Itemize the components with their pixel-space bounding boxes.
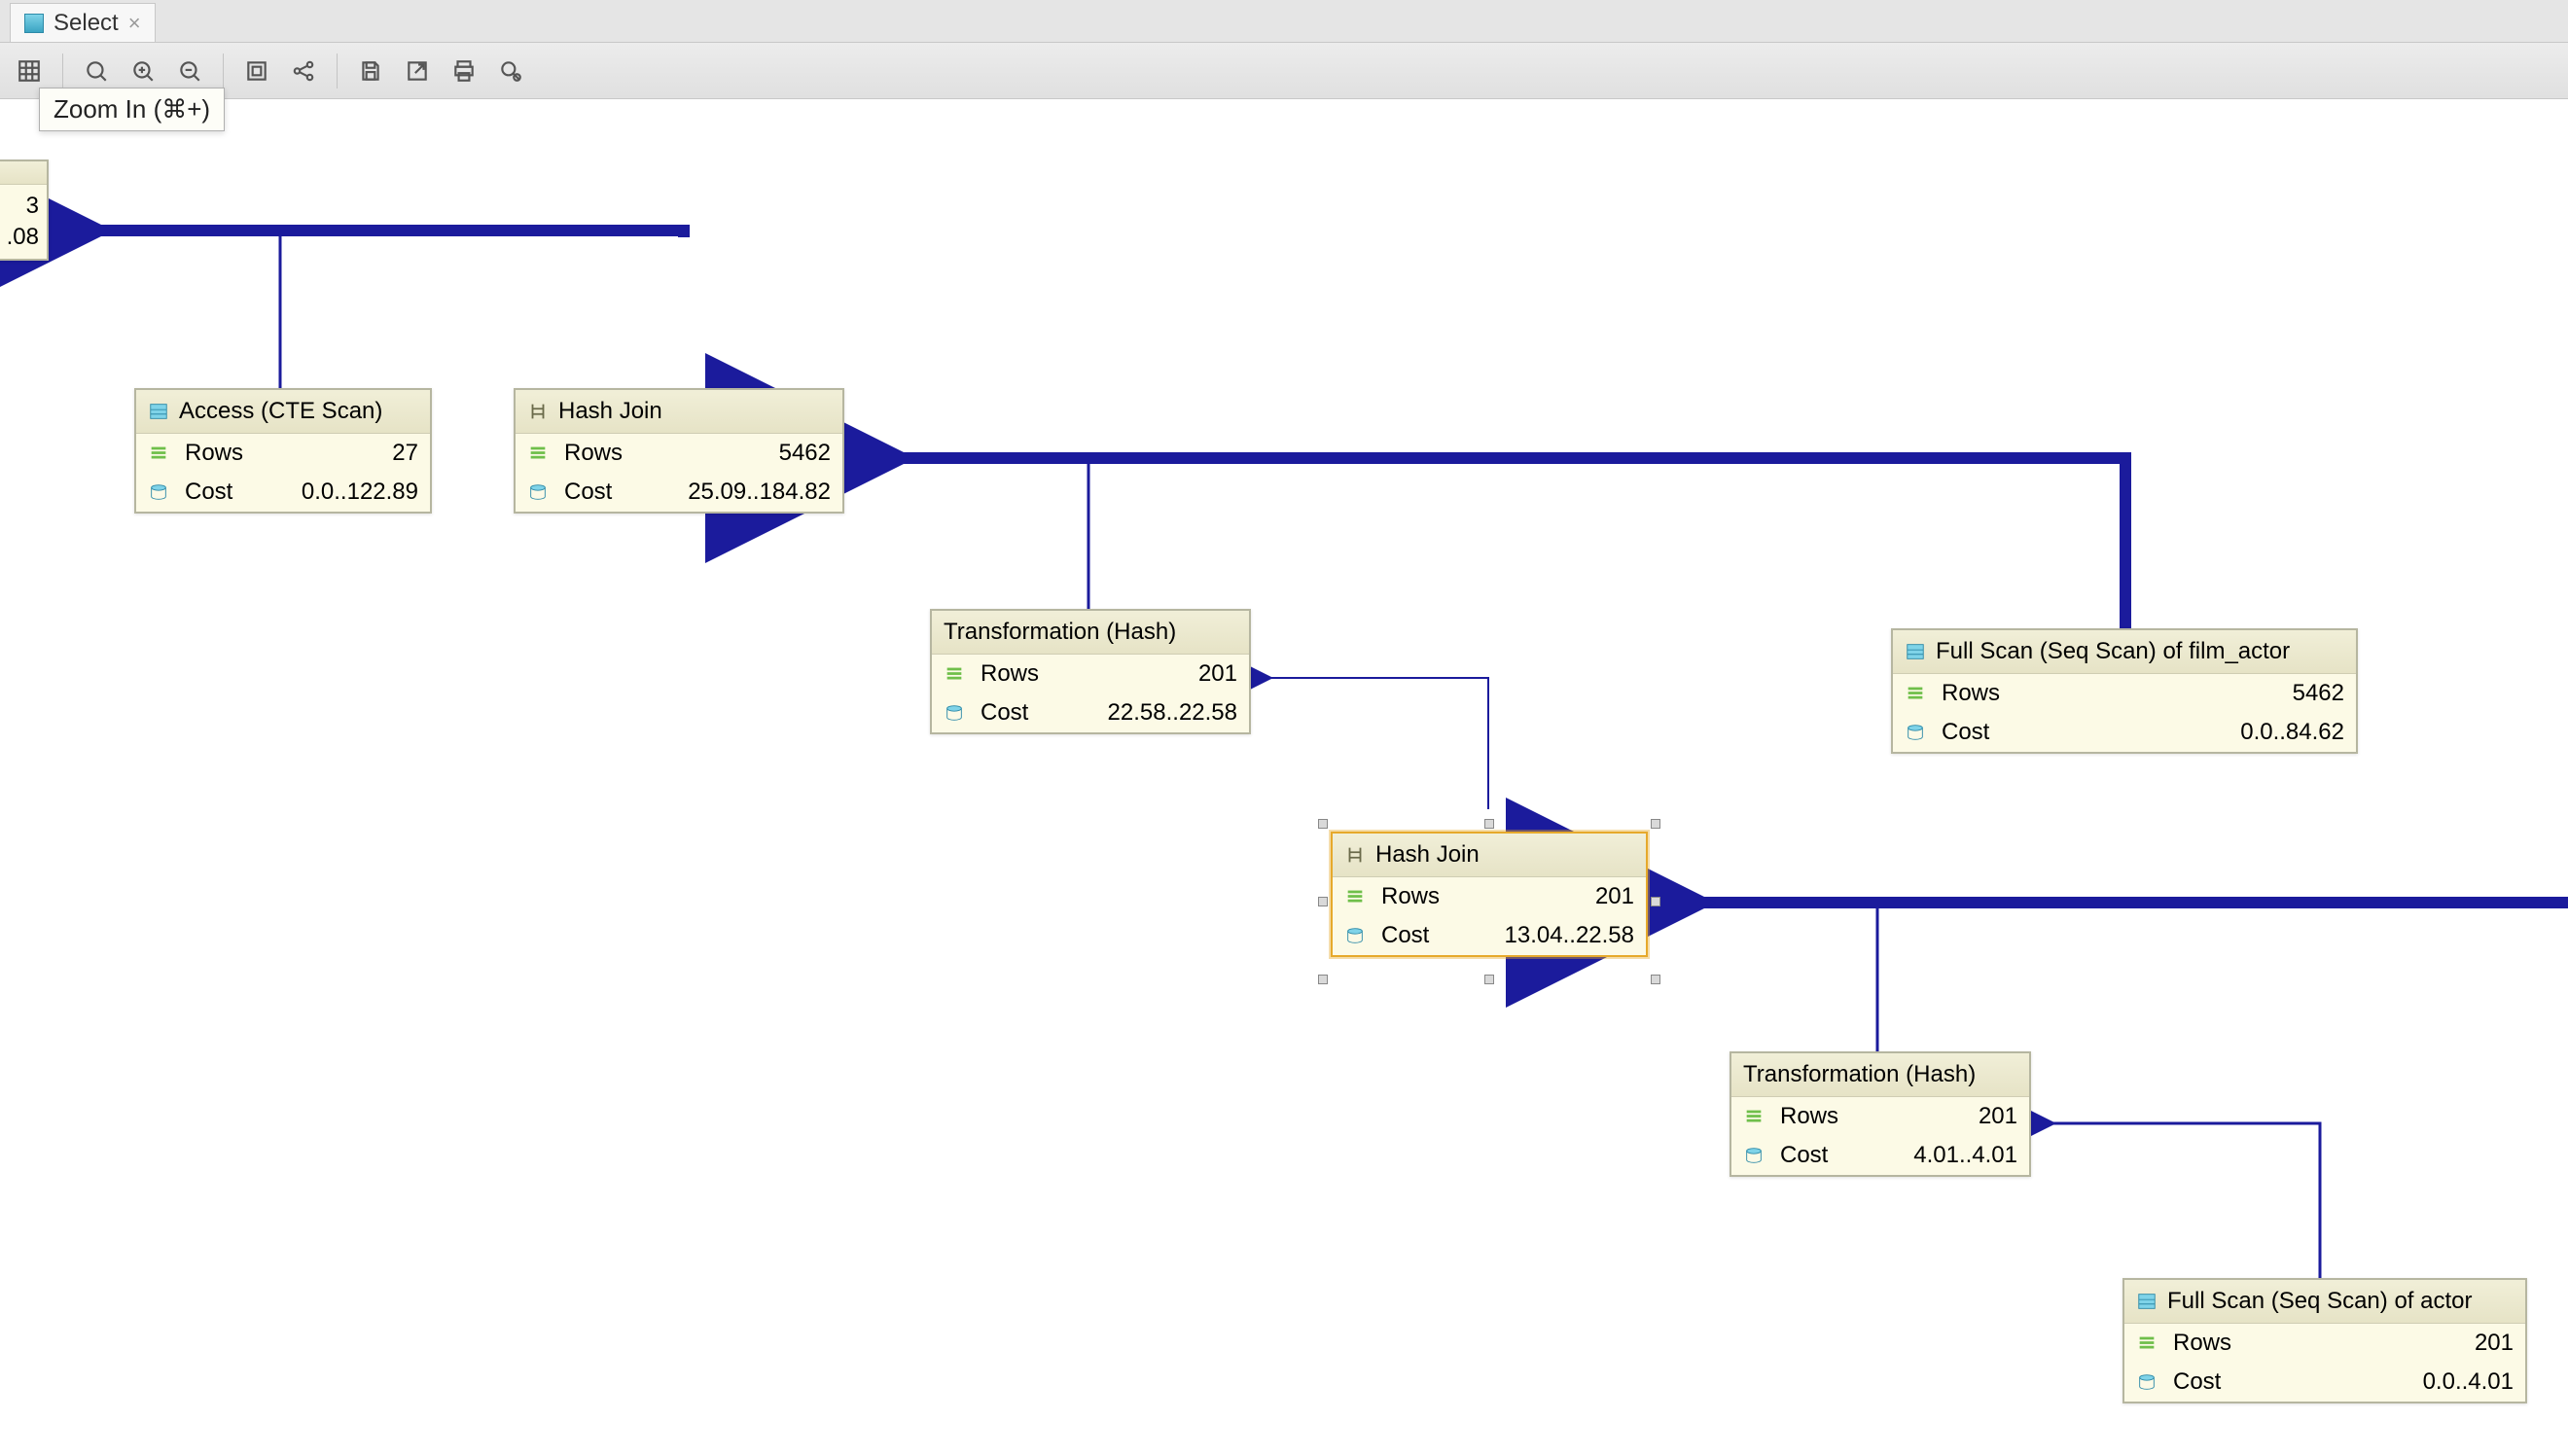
cost-icon <box>1743 1145 1765 1166</box>
rows-value: 5462 <box>2015 680 2344 707</box>
node-transformation-2[interactable]: Transformation (Hash) Rows 201 Cost 4.01… <box>1730 1051 2031 1177</box>
rows-value: 201 <box>1455 883 1634 910</box>
hash-join-icon <box>1344 844 1366 866</box>
table-icon <box>2136 1291 2158 1312</box>
rows-label: Rows <box>185 440 243 467</box>
node-fullscan-actor[interactable]: Full Scan (Seq Scan) of actor Rows 201 C… <box>2122 1278 2527 1403</box>
node-title: Access (CTE Scan) <box>179 398 382 425</box>
toolbar-zoom-fit-button[interactable] <box>77 52 116 90</box>
table-icon <box>148 401 169 422</box>
cost-icon <box>1344 925 1366 946</box>
node-title: Full Scan (Seq Scan) of film_actor <box>1936 638 2290 665</box>
toolbar-inspect-button[interactable] <box>491 52 530 90</box>
rows-value: 27 <box>259 440 418 467</box>
query-plan-icon <box>24 14 44 33</box>
cost-icon <box>148 481 169 503</box>
cost-icon <box>2136 1371 2158 1393</box>
rows-label: Rows <box>1942 680 2000 707</box>
toolbar-export-button[interactable] <box>398 52 437 90</box>
cost-value: 25.09..184.82 <box>627 479 831 506</box>
toolbar-separator <box>337 53 338 89</box>
cost-label: Cost <box>185 479 232 506</box>
plan-canvas[interactable]: 3 .08 Access (CTE Scan) Rows 27 Cost 0.0… <box>0 99 2568 1456</box>
toolbar-print-button[interactable] <box>445 52 483 90</box>
result-rows: 3 <box>0 191 39 222</box>
node-transformation-1[interactable]: Transformation (Hash) Rows 201 Cost 22.5… <box>930 609 1251 734</box>
cost-value: 0.0..122.89 <box>248 479 418 506</box>
cost-value: 13.04..22.58 <box>1444 922 1634 949</box>
rows-icon <box>2136 1332 2158 1354</box>
cost-value: 0.0..4.01 <box>2236 1368 2514 1396</box>
rows-label: Rows <box>2173 1330 2231 1357</box>
toolbar-zoom-out-button[interactable] <box>170 52 209 90</box>
rows-value: 5462 <box>638 440 831 467</box>
cost-label: Cost <box>1381 922 1429 949</box>
node-fullscan-film-actor[interactable]: Full Scan (Seq Scan) of film_actor Rows … <box>1891 628 2358 754</box>
rows-value: 201 <box>1054 660 1237 688</box>
rows-value: 201 <box>2247 1330 2514 1357</box>
cost-label: Cost <box>564 479 612 506</box>
rows-label: Rows <box>1381 883 1440 910</box>
node-hash-join-2[interactable]: Hash Join Rows 201 Cost 13.04..22.58 <box>1331 832 1648 957</box>
cost-label: Cost <box>981 699 1028 727</box>
rows-icon <box>1344 886 1366 907</box>
rows-value: 201 <box>1854 1103 2017 1130</box>
cost-value: 0.0..84.62 <box>2005 719 2344 746</box>
table-icon <box>1905 641 1926 662</box>
hash-join-icon <box>527 401 549 422</box>
close-icon[interactable]: × <box>128 11 141 36</box>
node-title: Transformation (Hash) <box>1743 1061 1976 1088</box>
cost-value: 22.58..22.58 <box>1044 699 1237 727</box>
toolbar-grid-button[interactable] <box>10 52 49 90</box>
node-hash-join-1[interactable]: Hash Join Rows 5462 Cost 25.09..184.82 <box>514 388 844 514</box>
rows-icon <box>944 663 965 685</box>
rows-label: Rows <box>564 440 623 467</box>
cost-label: Cost <box>1942 719 1989 746</box>
cost-value: 4.01..4.01 <box>1843 1142 2017 1169</box>
toolbar-fit-page-button[interactable] <box>237 52 276 90</box>
rows-icon <box>148 443 169 464</box>
tab-select[interactable]: Select × <box>10 3 156 42</box>
rows-icon <box>527 443 549 464</box>
cost-label: Cost <box>1780 1142 1828 1169</box>
tooltip-zoom-in: Zoom In (⌘+) <box>39 88 225 131</box>
node-title: Full Scan (Seq Scan) of actor <box>2167 1288 2472 1315</box>
toolbar-separator <box>62 53 63 89</box>
rows-icon <box>1905 683 1926 704</box>
cost-icon <box>527 481 549 503</box>
node-access-cte[interactable]: Access (CTE Scan) Rows 27 Cost 0.0..122.… <box>134 388 432 514</box>
cost-icon <box>944 702 965 724</box>
node-title: Hash Join <box>558 398 662 425</box>
edges-layer <box>0 99 2568 1456</box>
toolbar <box>0 43 2568 99</box>
node-result-partial[interactable]: 3 .08 <box>0 160 49 261</box>
rows-icon <box>1743 1106 1765 1127</box>
rows-label: Rows <box>981 660 1039 688</box>
tab-bar: Select × <box>0 0 2568 43</box>
result-cost: .08 <box>0 222 39 253</box>
node-title: Transformation (Hash) <box>944 619 1176 646</box>
toolbar-share-button[interactable] <box>284 52 323 90</box>
cost-icon <box>1905 722 1926 743</box>
toolbar-save-button[interactable] <box>351 52 390 90</box>
toolbar-separator <box>223 53 224 89</box>
rows-label: Rows <box>1780 1103 1838 1130</box>
toolbar-zoom-in-button[interactable] <box>124 52 162 90</box>
tab-label: Select <box>54 10 119 37</box>
node-title: Hash Join <box>1375 841 1480 869</box>
cost-label: Cost <box>2173 1368 2221 1396</box>
